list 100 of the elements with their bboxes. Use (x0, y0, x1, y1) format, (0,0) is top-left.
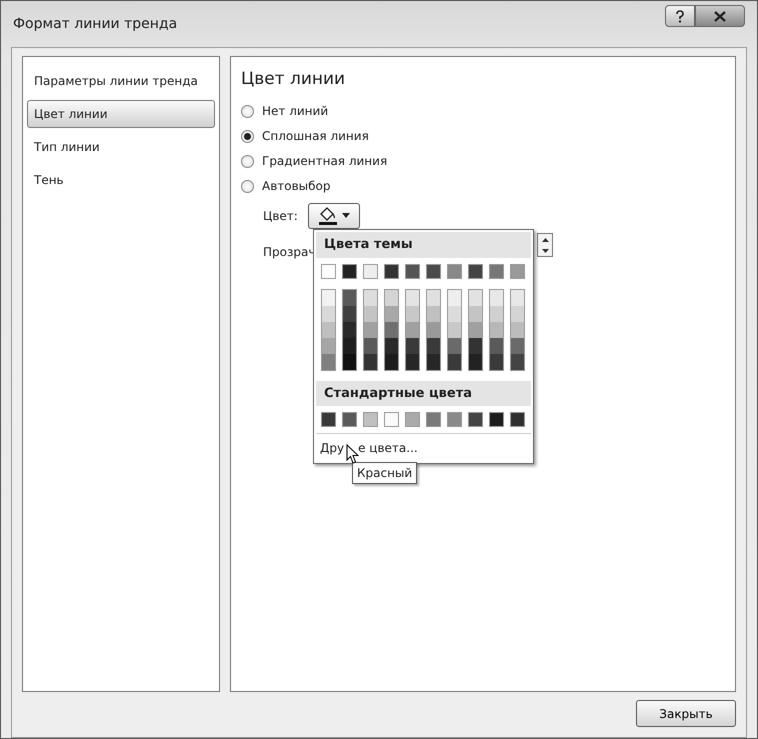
color-swatch[interactable] (364, 306, 377, 322)
color-swatch[interactable] (343, 338, 356, 354)
color-swatch[interactable] (406, 290, 419, 306)
color-swatch[interactable] (363, 412, 378, 427)
radio-button[interactable] (241, 154, 254, 168)
color-swatch[interactable] (385, 290, 398, 306)
color-swatch[interactable] (511, 338, 524, 354)
color-picker-button[interactable] (308, 202, 360, 228)
color-swatch[interactable] (405, 412, 420, 427)
color-swatch[interactable] (364, 354, 377, 370)
color-swatch[interactable] (406, 338, 419, 354)
sidebar-item[interactable]: Тип линии (27, 133, 215, 161)
color-swatch[interactable] (511, 290, 524, 306)
color-swatch[interactable] (489, 412, 504, 427)
color-swatch[interactable] (384, 264, 399, 278)
color-swatch[interactable] (343, 306, 356, 322)
radio-label[interactable]: Автовыбор (262, 177, 331, 195)
color-swatch[interactable] (364, 338, 377, 354)
color-swatch[interactable] (490, 306, 503, 322)
radio-button[interactable] (241, 104, 254, 118)
color-swatch[interactable] (343, 354, 356, 370)
color-swatch[interactable] (322, 306, 335, 322)
color-swatch[interactable] (322, 290, 335, 306)
menu-heading: Цвета темы (316, 232, 531, 258)
color-swatch[interactable] (447, 264, 462, 278)
color-swatch[interactable] (510, 412, 525, 427)
close-icon (713, 10, 727, 22)
color-swatch[interactable] (489, 264, 504, 278)
sidebar-item[interactable]: Параметры линии тренда (27, 67, 215, 95)
color-swatch[interactable] (385, 354, 398, 370)
color-swatch[interactable] (322, 338, 335, 354)
help-button[interactable] (665, 5, 695, 27)
menu-heading: Стандартные цвета (316, 380, 531, 406)
window-title: Формат линии тренда (13, 14, 178, 34)
color-swatch[interactable] (448, 290, 461, 306)
color-swatch[interactable] (406, 322, 419, 338)
color-swatch[interactable] (364, 322, 377, 338)
color-swatch[interactable] (405, 264, 420, 278)
more-colors-text[interactable]: Дру (320, 441, 344, 455)
color-swatch[interactable] (426, 412, 441, 427)
radio-label[interactable]: Градиентная линия (262, 152, 388, 170)
color-swatch[interactable] (322, 354, 335, 370)
color-swatch[interactable] (490, 354, 503, 370)
color-swatch[interactable] (490, 322, 503, 338)
radio-button[interactable] (241, 180, 254, 192)
color-swatch[interactable] (427, 306, 440, 322)
color-swatch[interactable] (468, 264, 483, 278)
color-swatch[interactable] (469, 322, 482, 338)
color-swatch[interactable] (490, 290, 503, 306)
color-swatch[interactable] (490, 338, 503, 354)
color-swatch[interactable] (385, 322, 398, 338)
color-swatch[interactable] (427, 338, 440, 354)
color-swatch[interactable] (511, 322, 524, 338)
color-swatch[interactable] (447, 412, 462, 427)
color-swatch[interactable] (342, 412, 357, 427)
paint-bucket-icon (318, 206, 338, 224)
color-swatch[interactable] (427, 322, 440, 338)
close-button[interactable] (695, 5, 745, 27)
color-label: Цвет: (263, 208, 298, 224)
color-swatch[interactable] (384, 412, 399, 427)
up-arrow-icon (542, 238, 548, 242)
color-swatch[interactable] (469, 338, 482, 354)
color-swatch[interactable] (426, 264, 441, 278)
color-swatch[interactable] (342, 264, 357, 278)
color-swatch[interactable] (343, 290, 356, 306)
radio-label[interactable]: Нет линий (262, 102, 328, 120)
color-swatch[interactable] (322, 322, 335, 338)
color-swatch[interactable] (321, 412, 336, 427)
color-swatch[interactable] (385, 306, 398, 322)
color-swatch[interactable] (364, 290, 377, 306)
color-swatch[interactable] (469, 290, 482, 306)
sidebar-item[interactable]: Цвет линии (27, 100, 215, 128)
color-swatch[interactable] (448, 306, 461, 322)
color-swatch[interactable] (363, 264, 378, 278)
color-swatch[interactable] (510, 264, 525, 278)
radio-button[interactable] (241, 130, 254, 142)
spin-button[interactable] (537, 233, 553, 257)
color-swatch[interactable] (406, 354, 419, 370)
color-swatch[interactable] (385, 338, 398, 354)
color-swatch[interactable] (427, 354, 440, 370)
color-swatch[interactable] (321, 264, 336, 278)
down-arrow-icon (542, 248, 548, 252)
color-swatch[interactable] (511, 354, 524, 370)
color-swatch[interactable] (469, 306, 482, 322)
radio-label[interactable]: Сплошная линия (262, 127, 369, 145)
color-swatch[interactable] (448, 354, 461, 370)
color-swatch[interactable] (469, 354, 482, 370)
color-swatch[interactable] (468, 412, 483, 427)
close-button[interactable]: Закрыть (636, 700, 736, 727)
more-colors-text[interactable]: е цвета... (358, 441, 418, 455)
section-heading: Цвет линии (241, 68, 346, 91)
help-icon (675, 10, 685, 22)
color-swatch[interactable] (406, 306, 419, 322)
color-swatch[interactable] (511, 306, 524, 322)
color-swatch[interactable] (448, 322, 461, 338)
color-swatch[interactable] (427, 290, 440, 306)
color-swatch[interactable] (448, 338, 461, 354)
caret-icon (342, 213, 350, 218)
sidebar-item[interactable]: Тень (27, 166, 215, 194)
color-swatch[interactable] (343, 322, 356, 338)
